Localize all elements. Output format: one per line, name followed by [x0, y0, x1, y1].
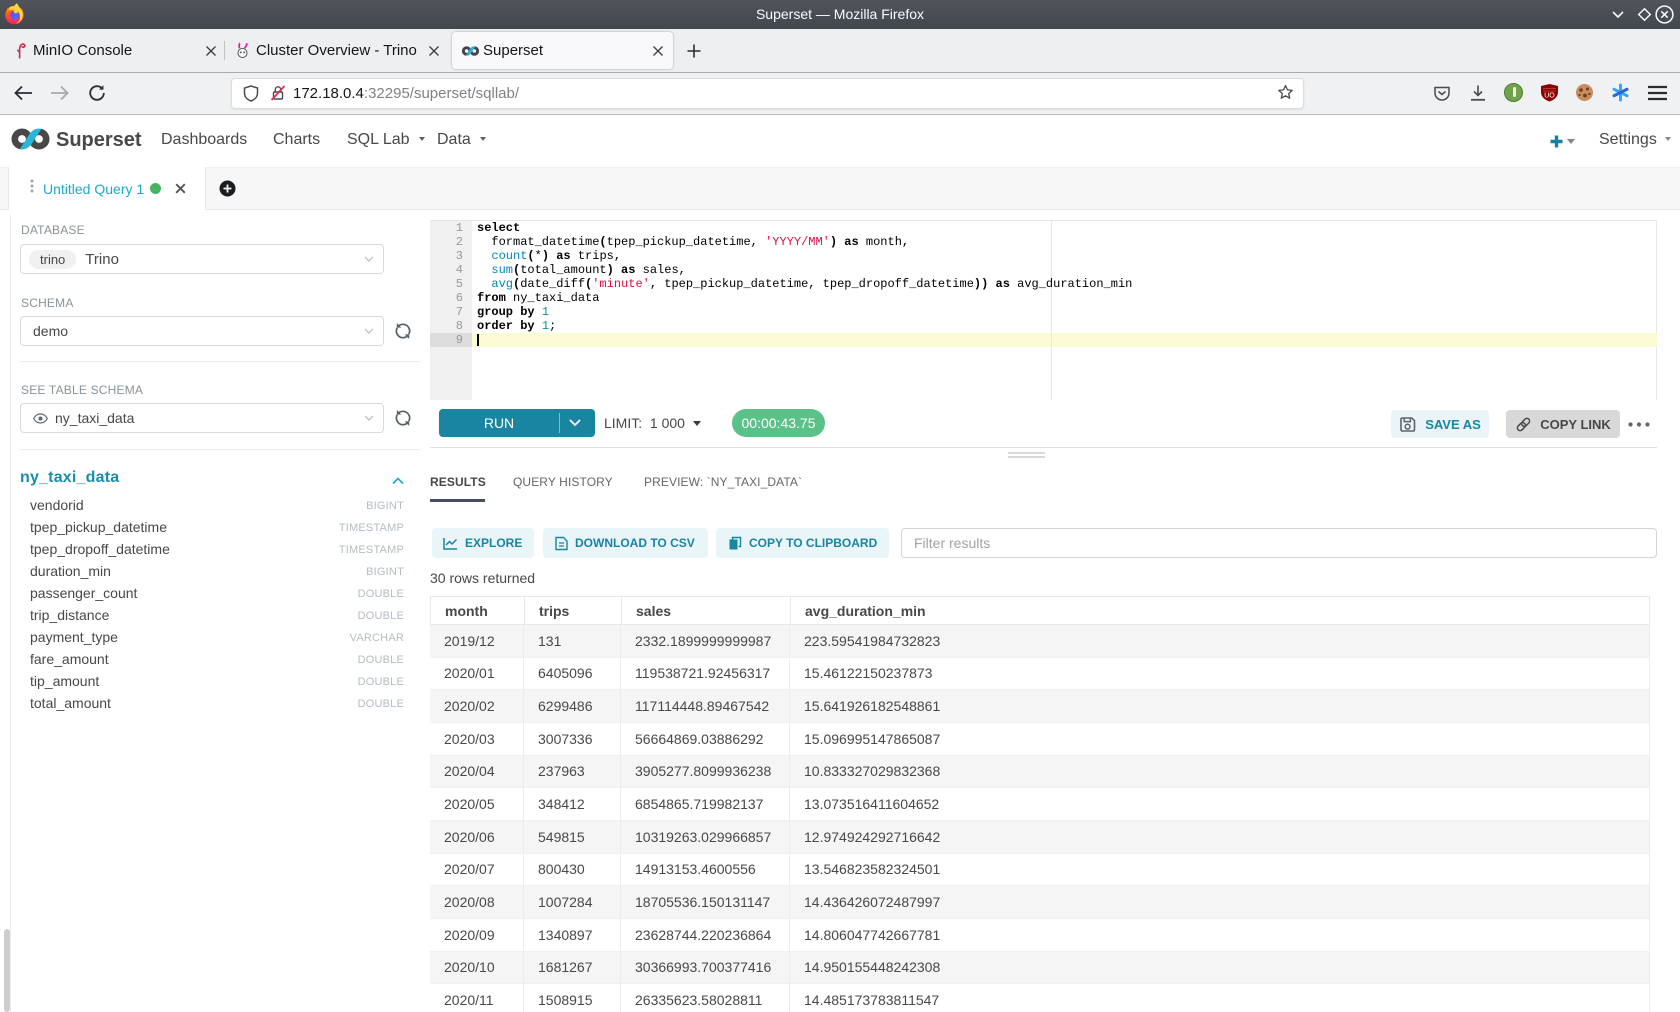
svg-text:UO: UO: [1544, 93, 1555, 100]
